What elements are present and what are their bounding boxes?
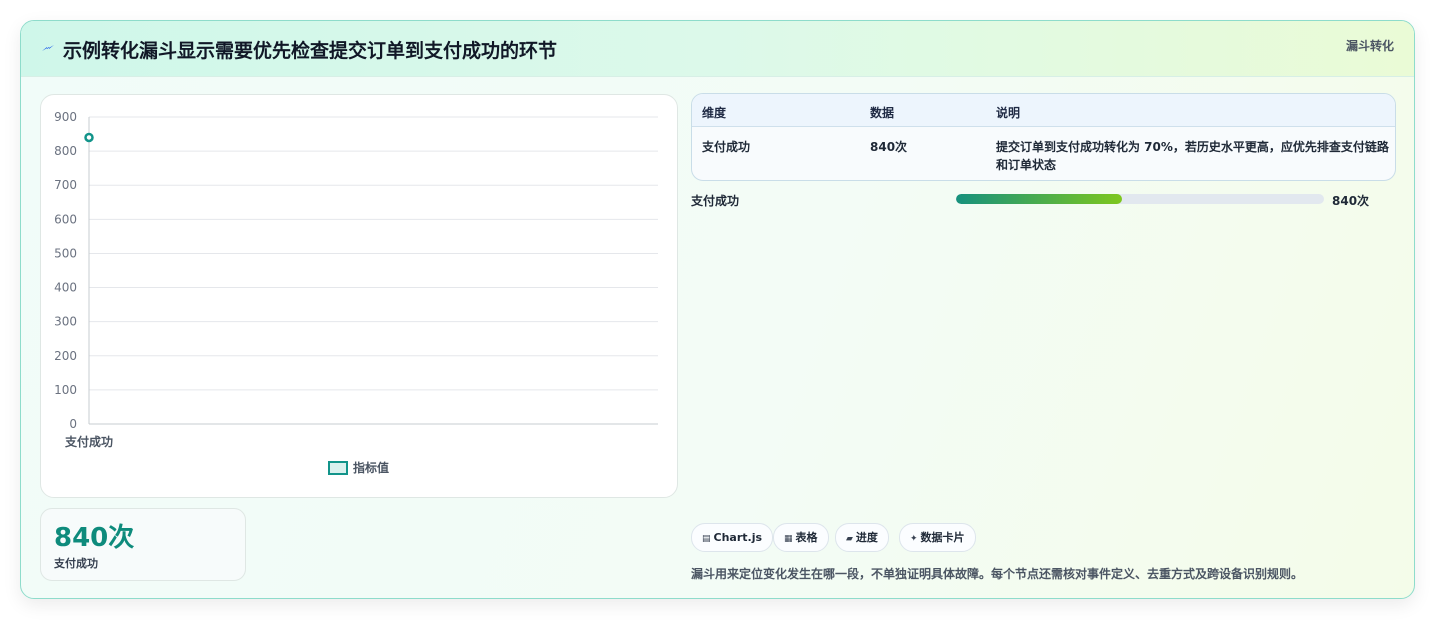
y-tick-label: 0: [69, 417, 77, 431]
table-header: 维度 数据 说明: [692, 94, 1395, 127]
chip-label: 进度: [855, 531, 878, 544]
chip-label: Chart.js: [713, 531, 763, 544]
chart-icon: ▤: [702, 534, 711, 544]
data-table: 维度 数据 说明 支付成功 840次 提交订单到支付成功转化为 70%，若历史水…: [691, 93, 1396, 181]
table-icon: ▦: [784, 534, 793, 544]
funnel-line-chart: 0 100 200 300 400 500 600 700 800 900 支付成功指标值: [54, 110, 658, 475]
legend-label: 指标值: [353, 460, 389, 475]
y-tick-label: 500: [54, 246, 77, 260]
y-tick-label: 900: [54, 110, 77, 124]
chart-panel: 0 100 200 300 400 500 600 700 800 900 支付成功指标值: [40, 94, 678, 498]
column-header-description: 说明: [996, 106, 1021, 120]
chip-label: 表格: [795, 531, 818, 544]
y-tick-label: 100: [54, 383, 77, 397]
column-header-dimension: 维度: [702, 106, 727, 120]
category-tag: 漏斗转化: [1345, 39, 1394, 53]
cell-dimension: 支付成功: [702, 140, 751, 154]
y-tick-label: 300: [54, 315, 77, 329]
progress-label: 支付成功: [691, 194, 740, 208]
data-point: [84, 132, 94, 143]
footnote: 漏斗用来定位变化发生在哪一段，不单独证明具体故障。每个节点还需核对事件定义、去重…: [691, 567, 1304, 581]
progress-fill: [956, 194, 1122, 204]
column-header-data: 数据: [870, 106, 895, 120]
chip-progress[interactable]: ▰ 进度: [835, 523, 889, 552]
sparkle-icon: ✦: [910, 534, 918, 544]
lightning-icon: [42, 45, 54, 51]
card-header: 示例转化漏斗显示需要优先检查提交订单到支付成功的环节 漏斗转化: [21, 21, 1414, 77]
cell-description-line1: 提交订单到支付成功转化为 70%，若历史水平更高，应优先排查支付链路: [996, 140, 1389, 154]
chip-label: 数据卡片: [920, 531, 965, 544]
kpi-label: 支付成功: [54, 557, 98, 570]
y-tick-label: 600: [54, 212, 77, 226]
progress-icon: ▰: [846, 534, 853, 544]
y-tick-label: 700: [54, 178, 77, 192]
y-tick-label: 800: [54, 144, 77, 158]
cell-description-line2: 和订单状态: [996, 158, 1057, 172]
progress-value: 840次: [1332, 194, 1370, 208]
kpi-card: 840次 支付成功: [40, 508, 246, 581]
y-tick-label: 200: [54, 349, 77, 363]
page-title: 示例转化漏斗显示需要优先检查提交订单到支付成功的环节: [63, 40, 558, 62]
x-tick-label: 支付成功: [64, 434, 113, 449]
chip-data-card[interactable]: ✦ 数据卡片: [899, 523, 976, 552]
chip-chartjs[interactable]: ▤ Chart.js: [691, 523, 774, 552]
y-tick-label: 400: [54, 281, 77, 295]
funnel-card: 示例转化漏斗显示需要优先检查提交订单到支付成功的环节 漏斗转化 0 100 200 3…: [20, 20, 1415, 599]
legend-swatch: [328, 461, 348, 475]
kpi-value: 840次: [54, 523, 135, 553]
chip-table[interactable]: ▦ 表格: [773, 523, 829, 552]
progress-bar: [956, 194, 1324, 204]
cell-data: 840次: [870, 140, 908, 154]
